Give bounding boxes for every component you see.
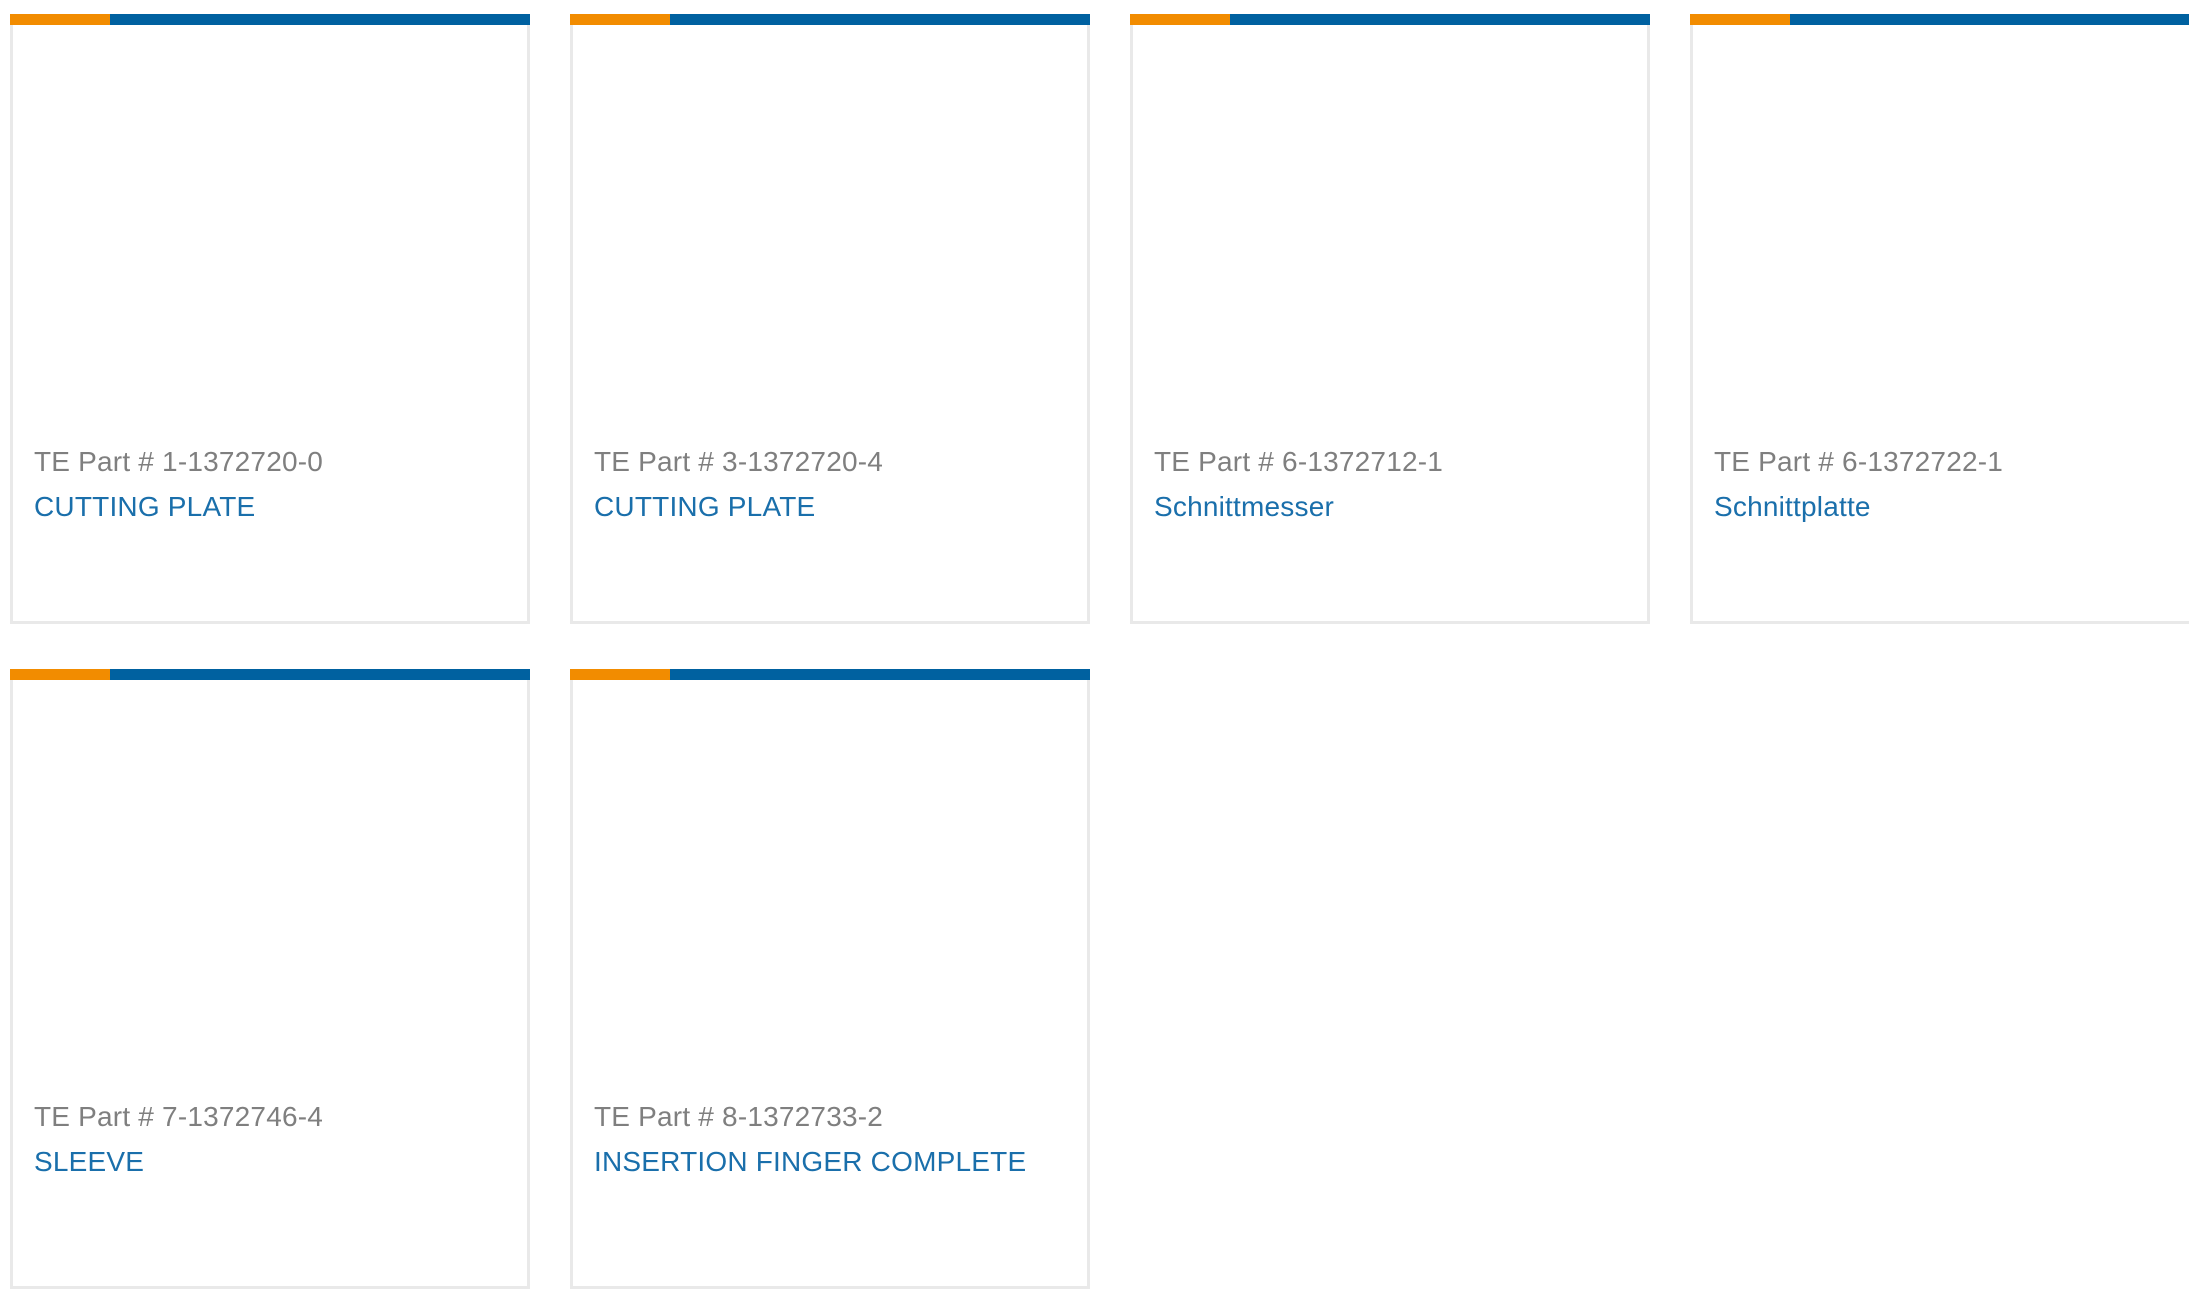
part-number: TE Part # 7-1372746-4 xyxy=(34,1101,324,1132)
product-card[interactable]: TE Part # 8-1372733-2 INSERTION FINGER C… xyxy=(570,669,1090,1289)
accent-blue-segment xyxy=(110,669,530,680)
accent-blue-segment xyxy=(670,669,1090,680)
accent-blue-segment xyxy=(1230,14,1650,25)
product-card[interactable]: TE Part # 7-1372746-4 SLEEVE xyxy=(10,669,530,1289)
product-name-link[interactable]: INSERTION FINGER COMPLETE xyxy=(594,1146,1026,1178)
product-name-link[interactable]: Schnittplatte xyxy=(1714,491,1871,523)
product-card[interactable]: TE Part # 6-1372722-1 Schnittplatte xyxy=(1690,14,2189,624)
part-number: TE Part # 1-1372720-0 xyxy=(34,446,324,477)
product-name-link[interactable]: CUTTING PLATE xyxy=(594,491,815,523)
product-name-link[interactable]: Schnittmesser xyxy=(1154,491,1334,523)
product-grid: TE Part # 1-1372720-0 CUTTING PLATE TE P… xyxy=(0,0,2189,1289)
accent-orange-segment xyxy=(570,669,670,680)
part-number: TE Part # 8-1372733-2 xyxy=(594,1101,884,1132)
accent-blue-segment xyxy=(670,14,1090,25)
accent-orange-segment xyxy=(570,14,670,25)
accent-orange-segment xyxy=(10,669,110,680)
product-card[interactable]: TE Part # 1-1372720-0 CUTTING PLATE xyxy=(10,14,530,624)
product-card[interactable]: TE Part # 3-1372720-4 CUTTING PLATE xyxy=(570,14,1090,624)
product-name-link[interactable]: SLEEVE xyxy=(34,1146,144,1178)
card-accent-bar xyxy=(10,14,530,25)
accent-orange-segment xyxy=(1130,14,1230,25)
product-card[interactable]: TE Part # 6-1372712-1 Schnittmesser xyxy=(1130,14,1650,624)
part-number: TE Part # 3-1372720-4 xyxy=(594,446,884,477)
part-number: TE Part # 6-1372712-1 xyxy=(1154,446,1444,477)
part-number: TE Part # 6-1372722-1 xyxy=(1714,446,2004,477)
accent-orange-segment xyxy=(1690,14,1790,25)
card-accent-bar xyxy=(570,669,1090,680)
card-accent-bar xyxy=(1690,14,2189,25)
accent-blue-segment xyxy=(110,14,530,25)
card-accent-bar xyxy=(570,14,1090,25)
card-accent-bar xyxy=(10,669,530,680)
accent-blue-segment xyxy=(1790,14,2189,25)
card-accent-bar xyxy=(1130,14,1650,25)
product-name-link[interactable]: CUTTING PLATE xyxy=(34,491,255,523)
accent-orange-segment xyxy=(10,14,110,25)
